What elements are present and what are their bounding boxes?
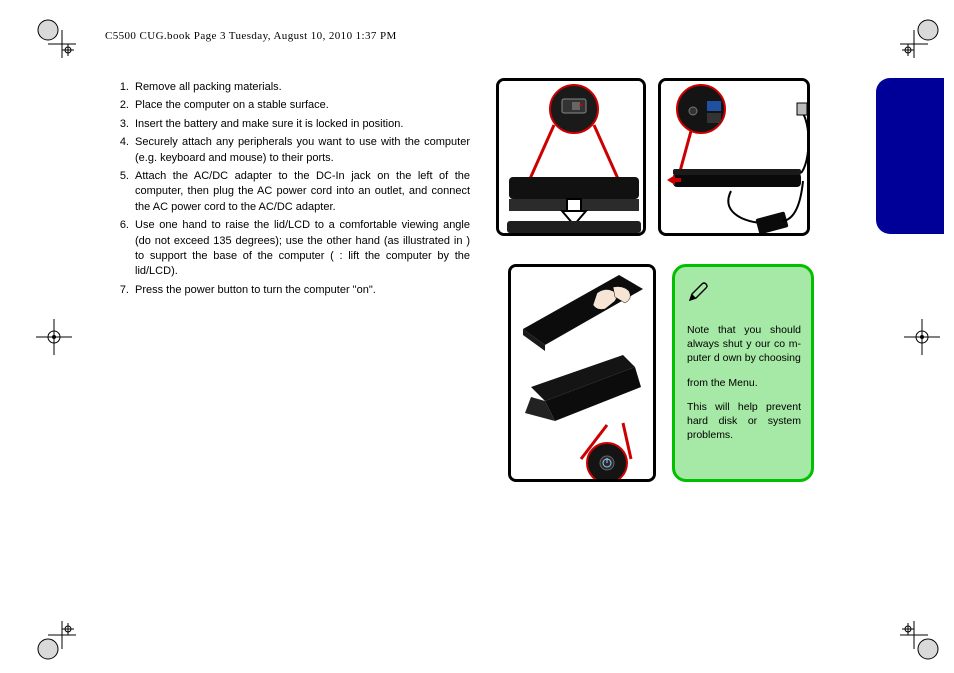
instruction-item: 6.Use one hand to raise the lid/LCD to a… [115, 218, 470, 280]
instruction-text: Press the power button to turn the compu… [135, 283, 470, 298]
instruction-number: 3. [115, 117, 135, 132]
instruction-item: 1.Remove all packing materials. [115, 80, 470, 95]
crop-mark-icon [32, 621, 76, 665]
figure-battery-lock [496, 78, 646, 236]
note-text: from the Menu. [687, 377, 758, 389]
instruction-number: 5. [115, 169, 135, 215]
crop-mark-icon [32, 315, 76, 359]
instruction-item: 4.Securely attach any peripherals you wa… [115, 135, 470, 166]
instruction-text: Attach the AC/DC adapter to the DC-In ja… [135, 169, 470, 215]
instruction-number: 4. [115, 135, 135, 166]
page-header: C5500 CUG.book Page 3 Tuesday, August 10… [105, 30, 397, 42]
instruction-text: Insert the battery and make sure it is l… [135, 117, 470, 132]
instruction-number: 2. [115, 98, 135, 113]
figure-open-lid [508, 264, 656, 482]
crop-mark-icon [900, 315, 944, 359]
instruction-text: Remove all packing materials. [135, 80, 470, 95]
note-callout: Note that you should always shut y our c… [672, 264, 814, 482]
figure-ac-adapter [658, 78, 810, 236]
instruction-list: 1.Remove all packing materials.2.Place t… [115, 80, 470, 301]
pen-icon [687, 281, 709, 303]
instruction-text: Securely attach any peripherals you want… [135, 135, 470, 166]
note-text: Note that you should always shut y our c… [687, 324, 801, 364]
instruction-text: Place the computer on a stable surface. [135, 98, 470, 113]
instruction-text: Use one hand to raise the lid/LCD to a c… [135, 218, 470, 280]
crop-mark-icon [900, 14, 944, 58]
instruction-number: 1. [115, 80, 135, 95]
instruction-number: 7. [115, 283, 135, 298]
side-tab [876, 78, 944, 234]
instruction-item: 5.Attach the AC/DC adapter to the DC-In … [115, 169, 470, 215]
note-text: This will help prevent hard disk or syst… [687, 401, 801, 441]
instruction-number: 6. [115, 218, 135, 280]
instruction-item: 7.Press the power button to turn the com… [115, 283, 470, 298]
instruction-item: 3.Insert the battery and make sure it is… [115, 117, 470, 132]
crop-mark-icon [32, 14, 76, 58]
crop-mark-icon [900, 621, 944, 665]
instruction-item: 2.Place the computer on a stable surface… [115, 98, 470, 113]
